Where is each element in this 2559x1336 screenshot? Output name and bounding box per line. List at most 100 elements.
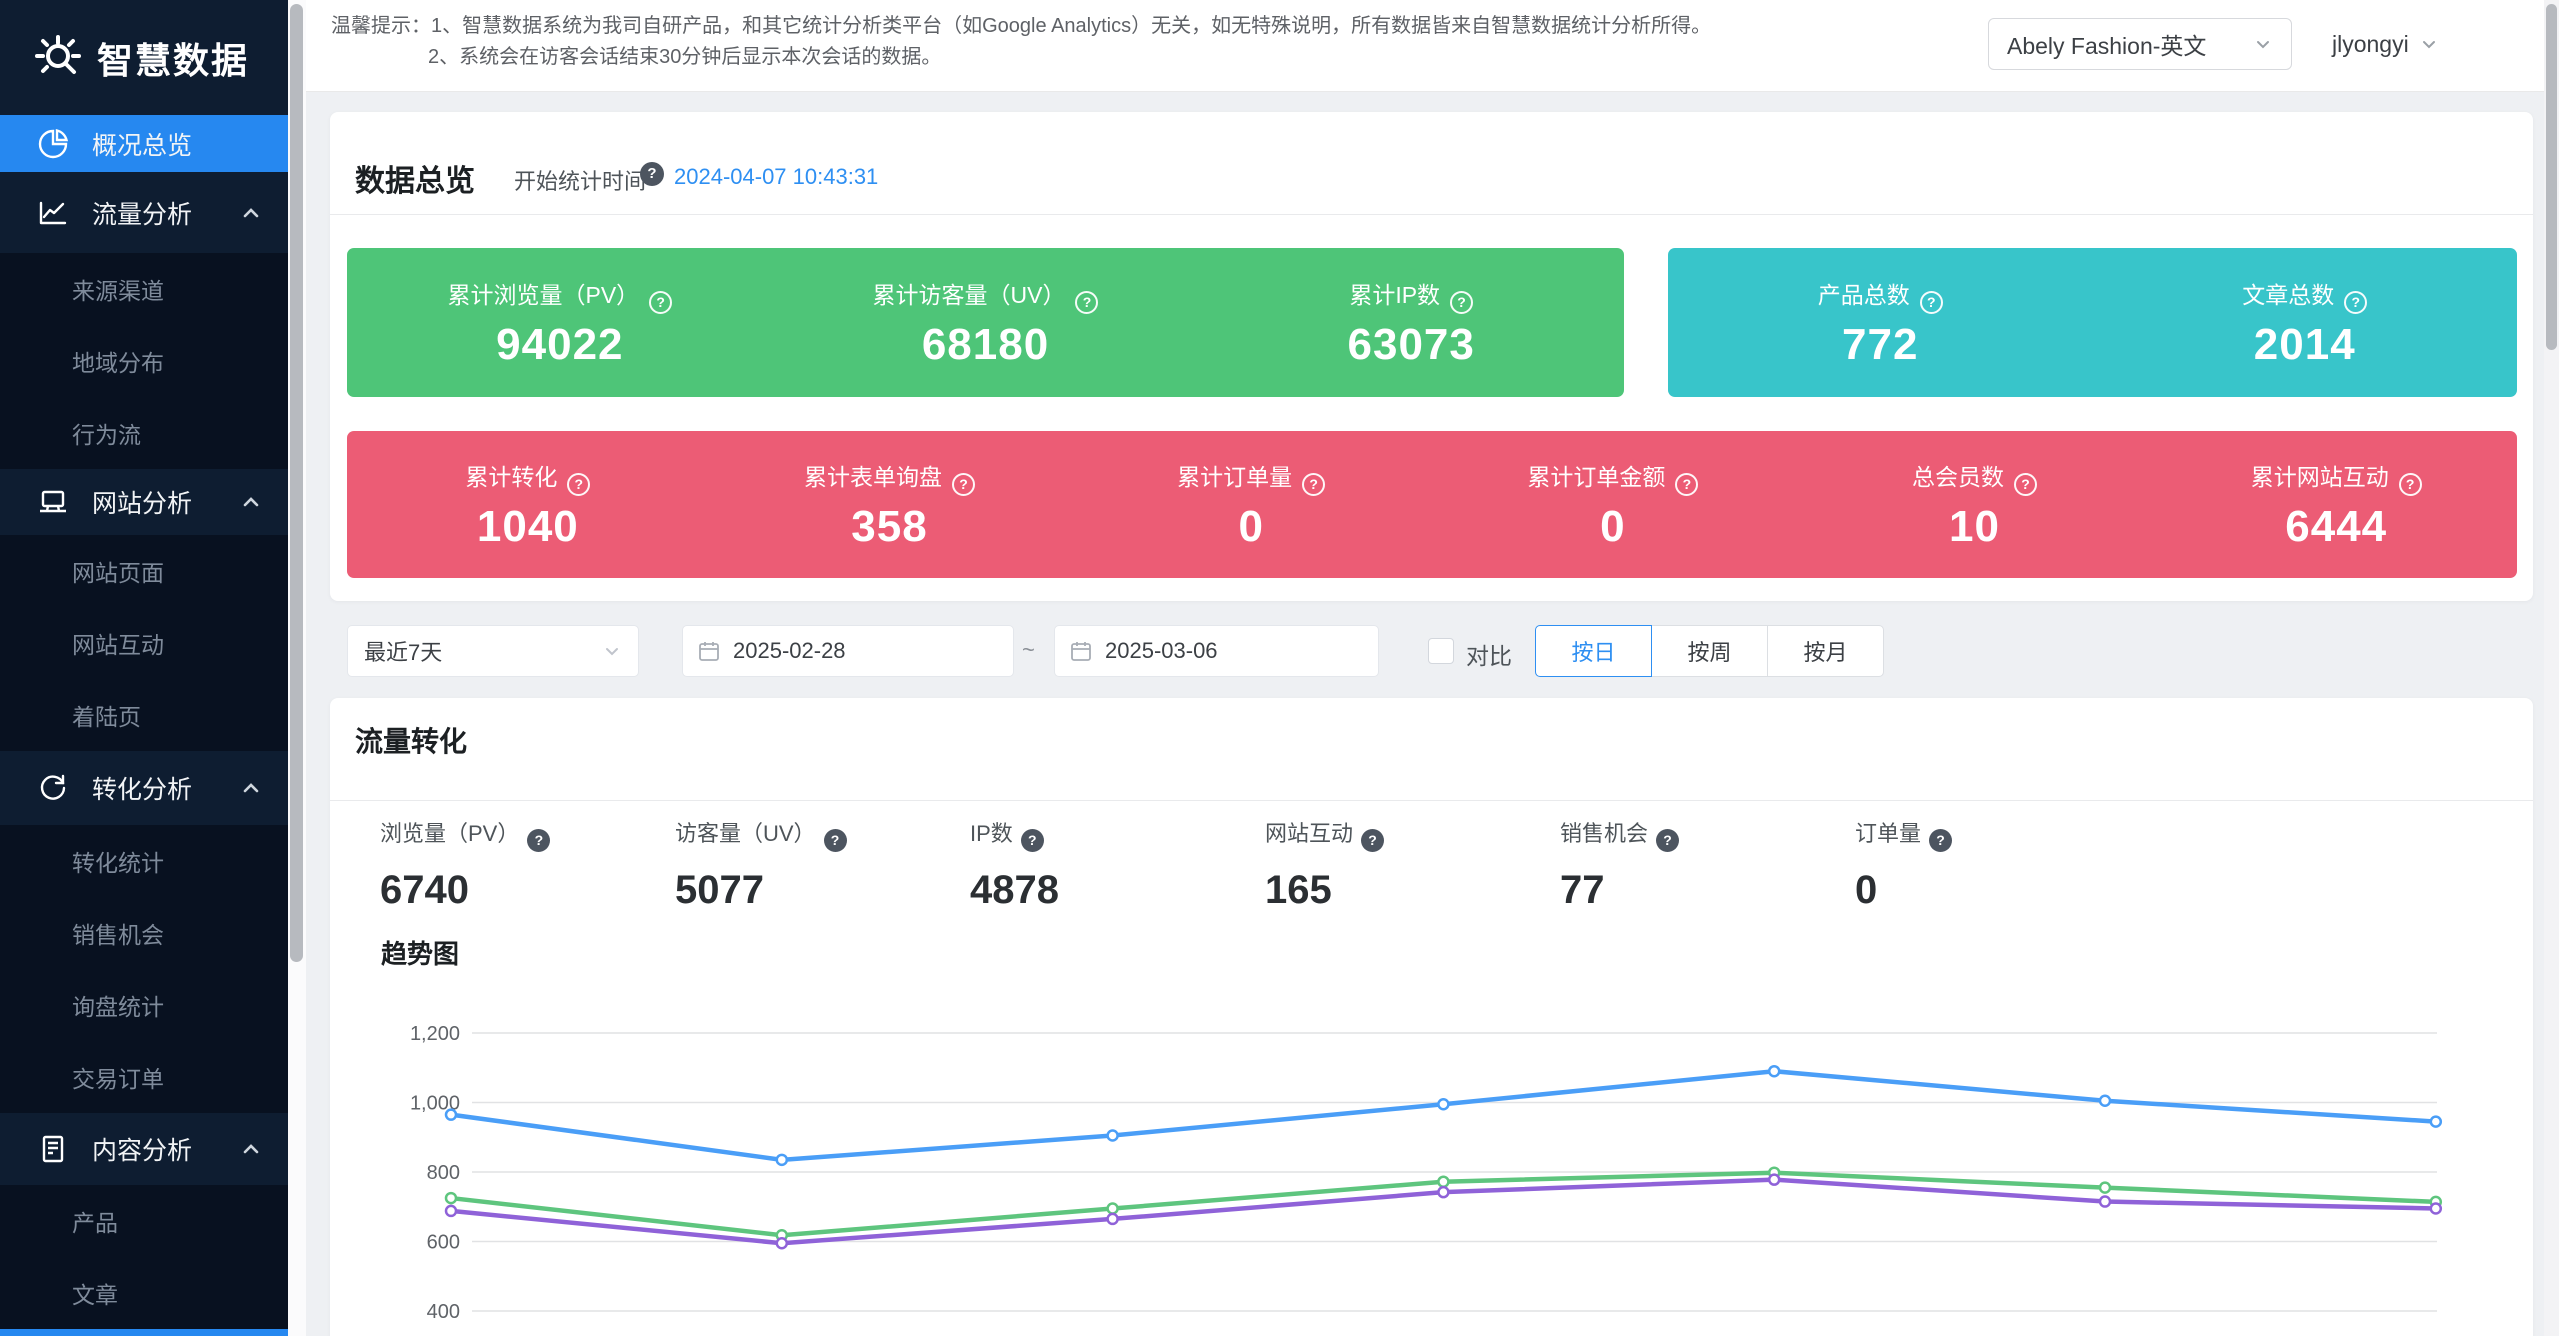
sidebar-item-conversion-analysis[interactable]: 转化分析 bbox=[0, 751, 288, 825]
sidebar-item-source-channel[interactable]: 来源渠道 bbox=[0, 253, 288, 325]
sidebar-item-conversion-stats[interactable]: 转化统计 bbox=[0, 825, 288, 897]
stat-total-pv: 累计浏览量（PV） 94022 bbox=[347, 248, 773, 397]
granularity-week-button[interactable]: 按周 bbox=[1651, 625, 1768, 677]
page-title: 数据总览 bbox=[355, 156, 475, 200]
stat-label: 浏览量（PV） bbox=[380, 821, 519, 846]
conversion-stats-row: 浏览量（PV） 6740 访客量（UV） 5077 IP数 4878 网站互动 … bbox=[380, 816, 2150, 913]
help-icon[interactable] bbox=[2399, 473, 2422, 496]
sidebar-item-website-pages[interactable]: 网站页面 bbox=[0, 535, 288, 607]
sidebar-scrollbar[interactable] bbox=[288, 0, 306, 1336]
sidebar-item-articles[interactable]: 文章 bbox=[0, 1257, 288, 1329]
stat-order-count: 订单量 0 bbox=[1855, 816, 2150, 913]
help-icon[interactable] bbox=[952, 473, 975, 496]
help-icon[interactable] bbox=[2344, 291, 2367, 314]
stat-label: 累计访客量（UV） bbox=[873, 282, 1066, 308]
help-icon[interactable] bbox=[1920, 291, 1943, 314]
stat-total-articles: 文章总数 2014 bbox=[2093, 248, 2518, 397]
help-icon[interactable] bbox=[1656, 829, 1679, 852]
sidebar-item-overview[interactable]: 概况总览 bbox=[0, 115, 288, 172]
sidebar-item-label: 转化分析 bbox=[92, 770, 192, 806]
help-icon[interactable] bbox=[1302, 473, 1325, 496]
sidebar-item-sales-opportunity[interactable]: 销售机会 bbox=[0, 897, 288, 969]
refresh-icon bbox=[36, 771, 70, 805]
help-icon[interactable] bbox=[824, 829, 847, 852]
granularity-day-button[interactable]: 按日 bbox=[1535, 625, 1652, 677]
sidebar-item-inquiry-stats[interactable]: 询盘统计 bbox=[0, 969, 288, 1041]
stat-label: 累计表单询盘 bbox=[804, 464, 942, 490]
stat-total-form-inquiry: 累计表单询盘 358 bbox=[709, 431, 1071, 578]
help-icon[interactable] bbox=[1675, 473, 1698, 496]
sidebar-submenu-content: 产品 文章 bbox=[0, 1185, 288, 1329]
end-date-input[interactable]: 2025-03-06 bbox=[1054, 625, 1379, 677]
granularity-month-button[interactable]: 按月 bbox=[1767, 625, 1884, 677]
sidebar-item-website-analysis[interactable]: 网站分析 bbox=[0, 469, 288, 535]
sidebar-item-trade-orders[interactable]: 交易订单 bbox=[0, 1041, 288, 1113]
site-selector-value: Abely Fashion-英文 bbox=[2007, 27, 2253, 61]
stat-label: 文章总数 bbox=[2242, 282, 2334, 308]
stat-value: 68180 bbox=[922, 320, 1049, 370]
stat-total-conversion: 累计转化 1040 bbox=[347, 431, 709, 578]
stat-label: 累计IP数 bbox=[1349, 282, 1440, 308]
pie-chart-icon bbox=[36, 127, 70, 161]
date-range-separator: ~ bbox=[1022, 637, 1035, 663]
chevron-down-icon bbox=[2419, 34, 2439, 54]
help-icon[interactable] bbox=[2014, 473, 2037, 496]
start-time-label: 开始统计时间 bbox=[514, 164, 646, 196]
sidebar: 智慧数据 概况总览 流量分析 bbox=[0, 0, 288, 1336]
stat-value: 0 bbox=[1238, 502, 1263, 552]
app-name: 智慧数据 bbox=[97, 32, 249, 84]
sidebar-item-region-distribution[interactable]: 地域分布 bbox=[0, 325, 288, 397]
sidebar-item-traffic-analysis[interactable]: 流量分析 bbox=[0, 172, 288, 253]
stat-value: 6740 bbox=[380, 868, 675, 913]
chevron-up-icon bbox=[240, 777, 262, 799]
svg-text:800: 800 bbox=[427, 1162, 460, 1184]
stat-site-interaction: 网站互动 165 bbox=[1265, 816, 1560, 913]
stat-total-ip: 累计IP数 63073 bbox=[1198, 248, 1624, 397]
document-icon bbox=[36, 1132, 70, 1166]
stat-value: 0 bbox=[1855, 868, 2150, 913]
stat-total-site-interaction: 累计网站互动 6444 bbox=[2155, 431, 2517, 578]
help-icon[interactable] bbox=[1075, 291, 1098, 314]
stat-value: 10 bbox=[1949, 502, 2000, 552]
stat-value: 63073 bbox=[1348, 320, 1475, 370]
help-icon[interactable] bbox=[649, 291, 672, 314]
site-selector[interactable]: Abely Fashion-英文 bbox=[1988, 18, 2292, 70]
quick-range-select[interactable]: 最近7天 bbox=[347, 625, 639, 677]
sidebar-item-label: 流量分析 bbox=[92, 195, 192, 231]
svg-text:600: 600 bbox=[427, 1232, 460, 1254]
sidebar-item-label: 概况总览 bbox=[92, 126, 192, 162]
help-icon[interactable] bbox=[1361, 829, 1384, 852]
sidebar-scrollbar-thumb[interactable] bbox=[290, 4, 303, 962]
section-title: 流量转化 bbox=[355, 720, 467, 760]
sidebar-item-website-interaction[interactable]: 网站互动 bbox=[0, 607, 288, 679]
compare-checkbox[interactable] bbox=[1428, 638, 1454, 664]
help-icon[interactable] bbox=[640, 162, 664, 186]
help-icon[interactable] bbox=[527, 829, 550, 852]
stat-value: 165 bbox=[1265, 868, 1560, 913]
help-icon[interactable] bbox=[1450, 291, 1473, 314]
page-scrollbar[interactable] bbox=[2544, 0, 2559, 1336]
start-date-input[interactable]: 2025-02-28 bbox=[682, 625, 1014, 677]
sidebar-item-label: 内容分析 bbox=[92, 1131, 192, 1167]
user-menu[interactable]: jlyongyi bbox=[2332, 18, 2439, 70]
help-icon[interactable] bbox=[567, 473, 590, 496]
help-icon[interactable] bbox=[1929, 829, 1952, 852]
stat-value: 2014 bbox=[2254, 320, 2356, 370]
stat-value: 5077 bbox=[675, 868, 970, 913]
stat-value: 94022 bbox=[496, 320, 623, 370]
page-scrollbar-thumb[interactable] bbox=[2546, 4, 2557, 350]
trend-chart: 4006008001,0001,200 bbox=[330, 930, 2533, 1336]
sidebar-submenu-traffic: 来源渠道 地域分布 行为流 bbox=[0, 253, 288, 469]
sidebar-item-content-analysis[interactable]: 内容分析 bbox=[0, 1113, 288, 1185]
stat-value: 772 bbox=[1842, 320, 1918, 370]
stat-uv: 访客量（UV） 5077 bbox=[675, 816, 970, 913]
help-icon[interactable] bbox=[1021, 829, 1044, 852]
granularity-segment: 按日 按周 按月 bbox=[1535, 625, 1884, 677]
sidebar-item-products[interactable]: 产品 bbox=[0, 1185, 288, 1257]
sidebar-item-landing-page[interactable]: 着陆页 bbox=[0, 679, 288, 751]
stat-label: IP数 bbox=[970, 821, 1013, 846]
sidebar-item-behavior-flow[interactable]: 行为流 bbox=[0, 397, 288, 469]
stat-pv: 浏览量（PV） 6740 bbox=[380, 816, 675, 913]
stat-label: 累计网站互动 bbox=[2251, 464, 2389, 490]
quick-range-value: 最近7天 bbox=[364, 635, 602, 667]
